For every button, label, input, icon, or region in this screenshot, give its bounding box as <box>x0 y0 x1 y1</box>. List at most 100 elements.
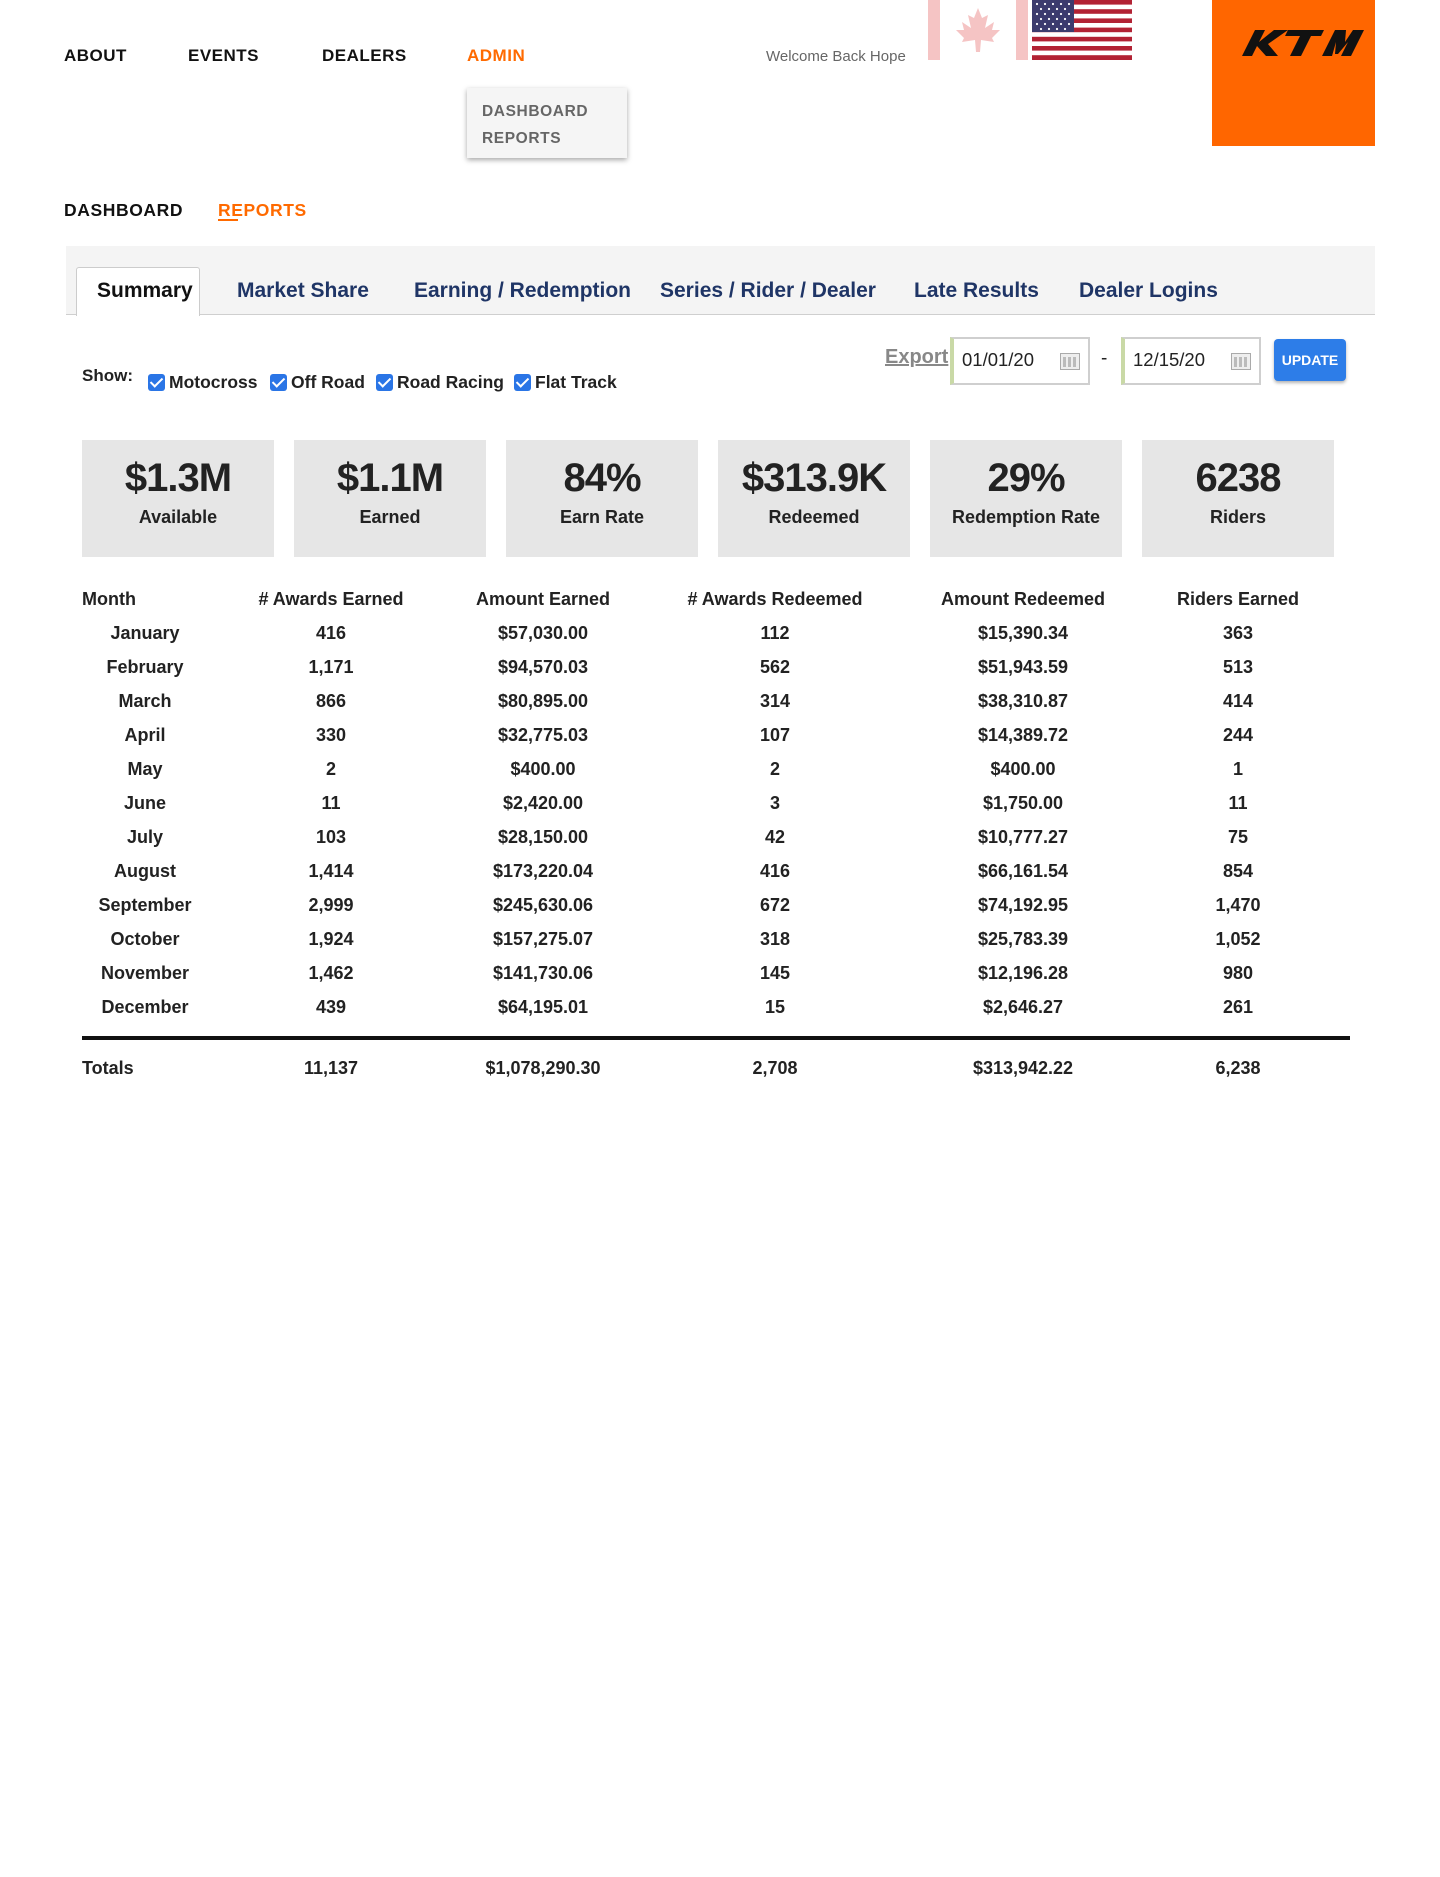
admin-dropdown-menu: DASHBOARD REPORTS <box>467 88 627 158</box>
filter-label: Flat Track <box>535 372 617 392</box>
table-cell: $12,196.28 <box>977 963 1069 983</box>
stat-label: Redemption Rate <box>951 507 1101 527</box>
subnav-dashboard[interactable]: DASHBOARD <box>64 200 183 221</box>
calendar-icon[interactable] <box>1231 353 1251 370</box>
table-cell: 1,052 <box>1215 929 1261 949</box>
table-cell: $400.00 <box>990 759 1056 779</box>
tab-summary[interactable]: Summary <box>97 279 193 303</box>
usa-flag-icon[interactable] <box>1032 0 1132 60</box>
tab-series-rider-dealer[interactable]: Series / Rider / Dealer <box>660 279 876 303</box>
table-cell: 1,414 <box>308 861 354 881</box>
table-cell: 672 <box>759 895 791 915</box>
stat-card-redemption-rate: 29% Redemption Rate <box>930 440 1122 557</box>
table-cell: $38,310.87 <box>977 691 1069 711</box>
table-cell: 513 <box>1222 657 1254 677</box>
checkbox-checked-icon[interactable] <box>148 374 165 391</box>
month-cell: June <box>123 793 167 813</box>
welcome-message: Welcome Back Hope <box>766 48 906 65</box>
table-row: October 1,924 $157,275.07 318 $25,783.39 1,05… <box>82 925 1350 959</box>
table-row: April 330 $32,775.03 107 $14,389.72 244 <box>82 721 1350 755</box>
table-body: January 416 $57,030.00 112 $15,390.34 363 Febr… <box>82 619 1350 1027</box>
month-cell: May <box>127 759 163 779</box>
filter-label: Off Road <box>291 372 365 392</box>
table-cell: $173,220.04 <box>492 861 594 881</box>
table-cell: 866 <box>315 691 347 711</box>
column-header: Amount Earned <box>475 589 611 609</box>
table-cell: 1,462 <box>308 963 354 983</box>
nav-about[interactable]: ABOUT <box>64 46 127 66</box>
table-cell: 2,708 <box>752 1058 798 1078</box>
table-cell: 145 <box>759 963 791 983</box>
update-button[interactable]: UPDATE <box>1274 339 1346 381</box>
nav-admin[interactable]: ADMIN <box>467 46 525 66</box>
table-cell: 416 <box>315 623 347 643</box>
table-cell: $2,420.00 <box>502 793 584 813</box>
table-row: July 103 $28,150.00 42 $10,777.27 75 <box>82 823 1350 857</box>
column-header: Amount Redeemed <box>940 589 1106 609</box>
table-cell: $157,275.07 <box>492 929 594 949</box>
canada-flag-icon[interactable] <box>928 0 1028 60</box>
tab-market-share[interactable]: Market Share <box>237 279 369 303</box>
table-cell: $64,195.01 <box>497 997 589 1017</box>
table-cell: $15,390.34 <box>977 623 1069 643</box>
table-cell: 2 <box>325 759 337 779</box>
totals-label: Totals <box>82 1058 134 1078</box>
table-cell: 11 <box>1228 793 1248 813</box>
nav-events[interactable]: EVENTS <box>188 46 259 66</box>
table-row: December 439 $64,195.01 15 $2,646.27 261 <box>82 993 1350 1027</box>
month-cell: December <box>101 997 189 1017</box>
filter-flat-track[interactable]: Flat Track <box>514 372 617 393</box>
table-cell: $57,030.00 <box>497 623 589 643</box>
menu-item-dashboard[interactable]: DASHBOARD <box>482 98 612 125</box>
stat-value: $1.3M <box>124 456 232 500</box>
table-cell: $51,943.59 <box>977 657 1069 677</box>
checkbox-checked-icon[interactable] <box>270 374 287 391</box>
stat-value: 84% <box>563 456 641 500</box>
table-cell: 261 <box>1222 997 1254 1017</box>
table-cell: 1 <box>1232 759 1244 779</box>
table-cell: 1,924 <box>308 929 354 949</box>
table-row: September 2,999 $245,630.06 672 $74,192.95 1,… <box>82 891 1350 925</box>
checkbox-checked-icon[interactable] <box>376 374 393 391</box>
stat-card-redeemed: $313.9K Redeemed <box>718 440 910 557</box>
end-date-input[interactable]: 12/15/20 <box>1121 337 1261 385</box>
filter-road-racing[interactable]: Road Racing <box>376 372 504 393</box>
month-cell: October <box>110 929 180 949</box>
table-cell: $32,775.03 <box>497 725 589 745</box>
table-cell: 1,470 <box>1215 895 1261 915</box>
checkbox-checked-icon[interactable] <box>514 374 531 391</box>
tab-dealer-logins[interactable]: Dealer Logins <box>1079 279 1218 303</box>
menu-item-reports[interactable]: REPORTS <box>482 125 612 152</box>
table-cell: $141,730.06 <box>492 963 594 983</box>
ktm-logo-icon <box>1242 30 1364 56</box>
stat-label: Earned <box>359 507 421 527</box>
table-cell: 107 <box>759 725 791 745</box>
table-cell: $2,646.27 <box>982 997 1064 1017</box>
table-cell: 75 <box>1227 827 1249 847</box>
table-row: February 1,171 $94,570.03 562 $51,943.59 513 <box>82 653 1350 687</box>
totals-divider <box>82 1036 1350 1040</box>
start-date-input[interactable]: 01/01/20 <box>950 337 1090 385</box>
table-cell: 330 <box>315 725 347 745</box>
nav-dealers[interactable]: DEALERS <box>322 46 407 66</box>
table-row: January 416 $57,030.00 112 $15,390.34 363 <box>82 619 1350 653</box>
subnav-reports[interactable]: REPORTS <box>218 200 307 221</box>
stat-card-earn-rate: 84% Earn Rate <box>506 440 698 557</box>
table-cell: 416 <box>759 861 791 881</box>
table-cell: $66,161.54 <box>977 861 1069 881</box>
tab-late-results[interactable]: Late Results <box>914 279 1039 303</box>
calendar-icon[interactable] <box>1060 353 1080 370</box>
ktm-logo[interactable] <box>1212 0 1375 146</box>
tab-earning-redemption[interactable]: Earning / Redemption <box>414 279 631 303</box>
filter-motocross[interactable]: Motocross <box>148 372 257 393</box>
filter-off-road[interactable]: Off Road <box>270 372 365 393</box>
column-header: # Awards Redeemed <box>687 589 863 609</box>
table-cell: 562 <box>759 657 791 677</box>
table-cell: $313,942.22 <box>972 1058 1074 1078</box>
table-cell: 15 <box>764 997 786 1017</box>
table-cell: 6,238 <box>1215 1058 1261 1078</box>
table-cell: 2 <box>769 759 781 779</box>
export-link[interactable]: Export <box>885 346 948 369</box>
date-range-separator: - <box>1101 348 1108 369</box>
month-cell: July <box>126 827 164 847</box>
